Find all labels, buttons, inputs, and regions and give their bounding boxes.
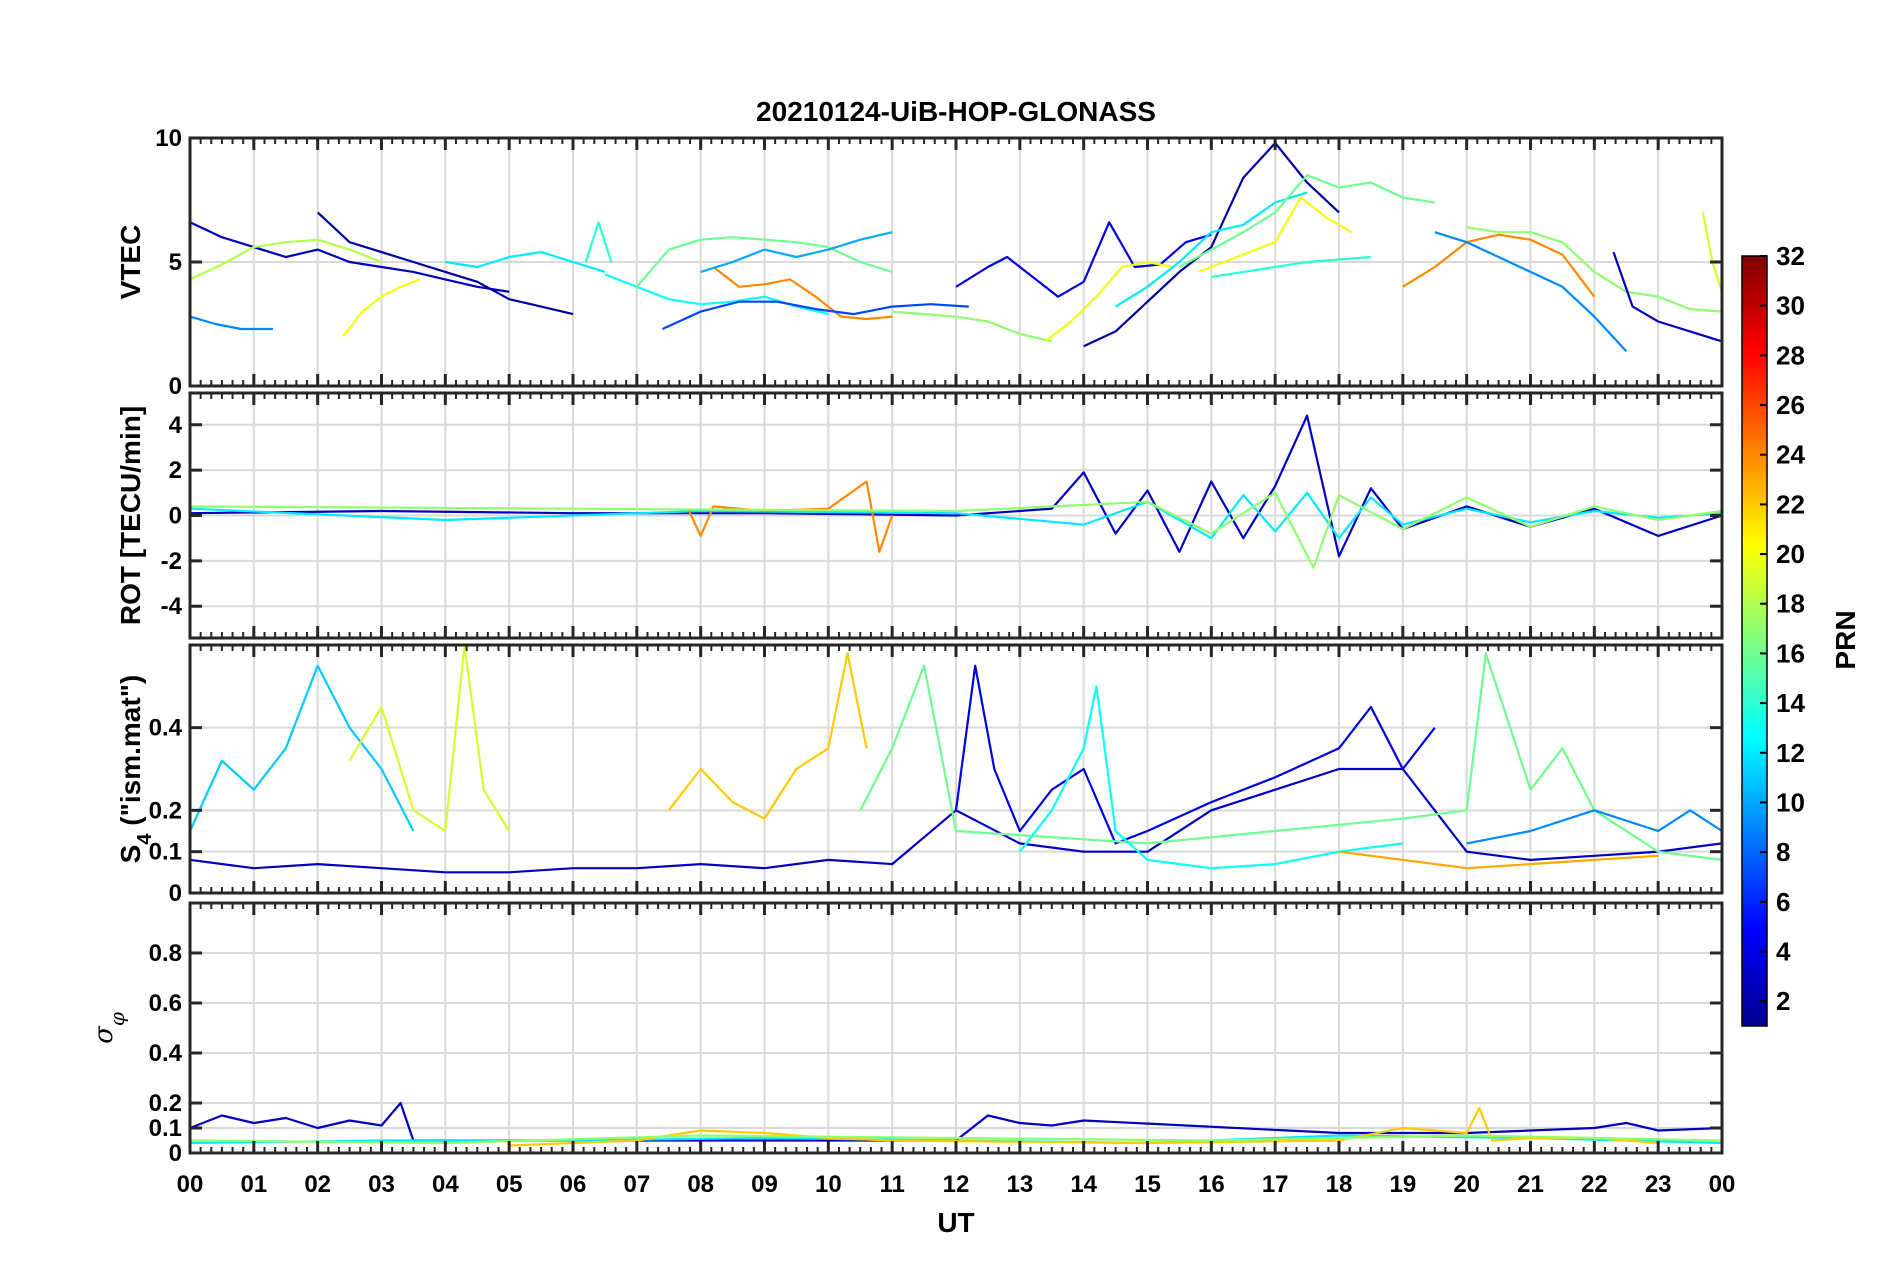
y-tick-label: -4	[161, 593, 183, 620]
colorbar-label: PRN	[1830, 610, 1861, 669]
x-tick-label: 13	[1006, 1171, 1033, 1198]
colorbar-tick-label: 26	[1776, 390, 1805, 420]
colorbar: 2468101214161820222426283032 PRN	[1741, 241, 1861, 1027]
y-axis-label-vtec: VTEC	[115, 225, 146, 300]
series-line-s4-prn11-0	[190, 664, 415, 832]
colorbar-bar	[1741, 255, 1768, 1027]
colorbar-tick-label: 12	[1776, 738, 1805, 768]
series-line-vtec-prn17-12	[892, 310, 1053, 343]
series-line-vtec-prn14-18	[1211, 255, 1371, 278]
y-axis-label-sigma_phi: σφ	[89, 1012, 129, 1044]
y-tick-label: 0	[169, 880, 182, 907]
y-tick-label: 0	[169, 1140, 182, 1167]
x-tick-label: 18	[1326, 1171, 1353, 1198]
y-tick-label: 0.4	[149, 1040, 183, 1067]
x-tick-label: 02	[304, 1171, 331, 1198]
colorbar-tick-label: 28	[1776, 340, 1805, 370]
series-line-vtec-prn16-17	[1178, 174, 1435, 268]
y-tick-label: 0.1	[149, 1115, 182, 1142]
x-tick-label: 21	[1517, 1171, 1544, 1198]
series-line-vtec-prn3-0	[190, 221, 510, 293]
series-line-vtec-prn19-24	[1701, 212, 1722, 293]
x-tick-label: 06	[560, 1171, 587, 1198]
x-tick-label: 20	[1453, 1171, 1480, 1198]
y-axis-label-rot: ROT [TECU/min]	[115, 406, 146, 625]
x-tick-label: 17	[1262, 1171, 1289, 1198]
x-tick-label: 05	[496, 1171, 523, 1198]
y-tick-label: 4	[169, 412, 183, 439]
series-line-vtec-prn3-23	[1612, 251, 1722, 343]
x-axis-label: UT	[937, 1207, 974, 1238]
colorbar-tick-label: 10	[1776, 787, 1805, 817]
chart-figure: 20210124-UiB-HOP-GLONASS 0510VTEC-4-2024…	[89, 96, 1861, 1238]
x-tick-label: 11	[879, 1171, 904, 1198]
x-tick-label: 03	[368, 1171, 395, 1198]
colorbar-tick-label: 14	[1776, 688, 1805, 718]
colorbar-tick-label: 6	[1776, 887, 1790, 917]
x-tick-label: 23	[1645, 1171, 1672, 1198]
colorbar-tick-label: 20	[1776, 539, 1805, 569]
y-tick-label: 0.2	[149, 1090, 182, 1117]
colorbar-tick-label: 4	[1776, 936, 1791, 966]
x-tick-label: 07	[623, 1171, 650, 1198]
colorbar-tick-label: 2	[1776, 986, 1790, 1016]
series-line-vtec-prn20-14	[1044, 260, 1174, 343]
colorbar-tick-label: 24	[1776, 440, 1805, 470]
y-tick-label: 0.6	[149, 990, 182, 1017]
series-line-vtec-prn14-7	[584, 221, 613, 263]
x-tick-label: 15	[1134, 1171, 1161, 1198]
y-tick-label: 0	[169, 503, 182, 530]
x-tick-label: 19	[1389, 1171, 1416, 1198]
panel-sigma_phi: 00.10.2 0.4 0.6 0.8 σφ	[89, 901, 1724, 1167]
x-tick-label: 09	[751, 1171, 778, 1198]
colorbar-tick-label: 22	[1776, 489, 1805, 519]
y-tick-label: 0.8	[149, 940, 182, 967]
chart-title: 20210124-UiB-HOP-GLONASS	[756, 96, 1156, 127]
panel-s4: 00.10.20.4S4 ("ism.mat")	[115, 643, 1724, 907]
x-tick-label: 22	[1581, 1171, 1608, 1198]
x-tick-label: 10	[815, 1171, 842, 1198]
x-tick-label: 00	[1709, 1171, 1736, 1198]
y-tick-label: 5	[169, 249, 182, 276]
series-line-rot-prn24-2	[686, 480, 894, 553]
series-line-vtec-prn7-11	[661, 300, 969, 331]
colorbar-tick-label: 18	[1776, 589, 1805, 619]
x-tick-label: 08	[687, 1171, 714, 1198]
x-tick-label: 12	[943, 1171, 970, 1198]
series-line-vtec-prn18-3	[190, 238, 382, 281]
series-line-s4-prn19-2	[348, 645, 511, 833]
y-tick-label: 0.4	[149, 715, 183, 742]
y-tick-label: 2	[169, 457, 182, 484]
x-tick-label: 14	[1070, 1171, 1097, 1198]
series-line-s4-prn4-4	[954, 664, 1436, 845]
y-tick-label: 0	[169, 373, 182, 400]
y-tick-label: 10	[155, 125, 182, 152]
y-tick-label: -2	[161, 548, 182, 575]
y-tick-label: 0.2	[149, 797, 182, 824]
panel-vtec: 0 5 10 VTEC	[115, 125, 1724, 400]
x-tick-label: 16	[1198, 1171, 1225, 1198]
y-axis-label-s4: S4 ("ism.mat")	[115, 675, 156, 864]
x-tick-label: 00	[177, 1171, 204, 1198]
panel-rot: -4 -2 0 2 4 ROT [TECU/min]	[115, 391, 1724, 640]
colorbar-tick-label: 8	[1776, 837, 1790, 867]
colorbar-tick-label: 30	[1776, 291, 1805, 321]
colorbar-tick-label: 16	[1776, 638, 1805, 668]
colorbar-tick-label: 32	[1776, 241, 1805, 271]
series-line-s4-prn22-3	[667, 652, 868, 820]
x-tick-label: 04	[432, 1171, 459, 1198]
x-tick-label: 01	[240, 1171, 267, 1198]
series-line-vtec-prn9-2	[190, 315, 273, 331]
